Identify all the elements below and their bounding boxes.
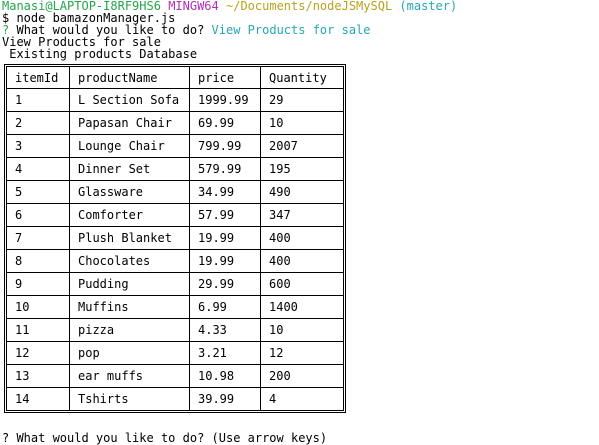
terminal-window[interactable]: Manasi@LAPTOP-I8RF9HS6 MINGW64 ~/Documen…	[2, 0, 597, 437]
cell-productname: Pudding	[69, 272, 190, 296]
cell-itemid: 14	[6, 387, 70, 411]
cell-quantity: 10	[260, 318, 344, 342]
cell-price: 39.99	[189, 387, 261, 411]
prompt-system: MINGW64	[168, 0, 219, 13]
cell-itemid: 3	[6, 134, 70, 158]
column-header-price: price	[189, 66, 261, 89]
cell-price: 3.21	[189, 341, 261, 365]
cell-itemid: 10	[6, 295, 70, 319]
cell-quantity: 2007	[260, 134, 344, 158]
table-row: 8 Chocolates 19.99 400	[6, 249, 344, 273]
cell-productname: pop	[69, 341, 190, 365]
cell-itemid: 7	[6, 226, 70, 250]
cell-price: 1999.99	[189, 88, 261, 112]
cell-itemid: 6	[6, 203, 70, 227]
table-row: 5 Glassware 34.99 490	[6, 180, 344, 204]
cell-itemid: 8	[6, 249, 70, 273]
cell-price: 6.99	[189, 295, 261, 319]
cell-productname: Comforter	[69, 203, 190, 227]
cell-quantity: 400	[260, 249, 344, 273]
prompt-branch: (master)	[399, 0, 458, 13]
cell-productname: pizza	[69, 318, 190, 342]
cell-price: 57.99	[189, 203, 261, 227]
cell-quantity: 1400	[260, 295, 344, 319]
table-row: 3 Lounge Chair 799.99 2007	[6, 134, 344, 158]
cell-itemid: 4	[6, 157, 70, 181]
cell-productname: Glassware	[69, 180, 190, 204]
table-row: 6 Comforter 57.99 347	[6, 203, 344, 227]
table-row: 7 Plush Blanket 19.99 400	[6, 226, 344, 250]
cell-quantity: 29	[260, 88, 344, 112]
next-prompt-line: ? What would you like to do? (Use arrow …	[2, 431, 328, 445]
cell-itemid: 12	[6, 341, 70, 365]
cell-productname: Lounge Chair	[69, 134, 190, 158]
table-row: 9 Pudding 29.99 600	[6, 272, 344, 296]
cell-itemid: 11	[6, 318, 70, 342]
cell-quantity: 200	[260, 364, 344, 388]
table-row: 12 pop 3.21 12	[6, 341, 344, 365]
products-table-frame: itemId productName price Quantity 1L Sec…	[4, 64, 346, 413]
table-row: 4 Dinner Set 579.99 195	[6, 157, 344, 181]
cell-itemid: 9	[6, 272, 70, 296]
cell-price: 19.99	[189, 226, 261, 250]
cell-productname: ear muffs	[69, 364, 190, 388]
cell-quantity: 400	[260, 226, 344, 250]
table-body: 1L Section Sofa 1999.99 29 2 Papasan Chair 69…	[6, 88, 344, 411]
table-row: 13 ear muffs 10.98 200	[6, 364, 344, 388]
question-answer: View Products for sale	[211, 23, 371, 37]
cell-quantity: 10	[260, 111, 344, 135]
cell-productname: Plush Blanket	[69, 226, 190, 250]
table-row: 11 pizza 4.33 10	[6, 318, 344, 342]
column-header-productname: productName	[69, 66, 190, 89]
cell-quantity: 490	[260, 180, 344, 204]
cell-productname: Muffins	[69, 295, 190, 319]
table-row: 10 Muffins 6.99 1400	[6, 295, 344, 319]
cell-productname: Chocolates	[69, 249, 190, 273]
column-header-quantity: Quantity	[260, 66, 344, 89]
cell-price: 19.99	[189, 249, 261, 273]
prompt-path: ~/Documents/nodeJSMySQL	[226, 0, 393, 13]
cell-itemid: 2	[6, 111, 70, 135]
cell-price: 4.33	[189, 318, 261, 342]
table-row: 1L Section Sofa 1999.99 29	[6, 88, 344, 112]
cell-price: 29.99	[189, 272, 261, 296]
column-header-itemid: itemId	[6, 66, 70, 89]
cell-productname: Dinner Set	[69, 157, 190, 181]
cell-productname: L Section Sofa	[69, 88, 190, 112]
cell-price: 799.99	[189, 134, 261, 158]
cell-itemid: 5	[6, 180, 70, 204]
cell-quantity: 4	[260, 387, 344, 411]
products-table: itemId productName price Quantity 1L Sec…	[6, 66, 344, 411]
cell-price: 10.98	[189, 364, 261, 388]
cell-itemid: 1	[6, 88, 70, 112]
table-row: 14 Tshirts 39.99 4	[6, 387, 344, 411]
cell-quantity: 195	[260, 157, 344, 181]
cell-quantity: 600	[260, 272, 344, 296]
output-line: Existing products Database	[2, 47, 198, 61]
cell-productname: Tshirts	[69, 387, 190, 411]
cell-quantity: 12	[260, 341, 344, 365]
cell-price: 579.99	[189, 157, 261, 181]
cell-quantity: 347	[260, 203, 344, 227]
table-row: 2 Papasan Chair 69.99 10	[6, 111, 344, 135]
table-header-row: itemId productName price Quantity	[6, 66, 344, 89]
cell-productname: Papasan Chair	[69, 111, 190, 135]
cell-price: 69.99	[189, 111, 261, 135]
cell-price: 34.99	[189, 180, 261, 204]
cell-itemid: 13	[6, 364, 70, 388]
